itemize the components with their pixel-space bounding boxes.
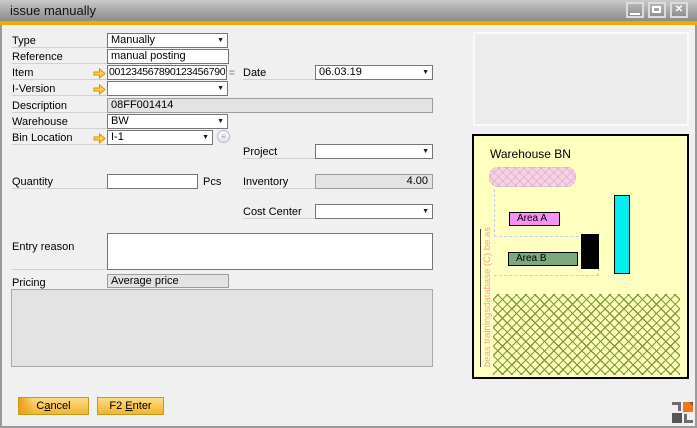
item-input[interactable]: 001234567890123456790: [107, 65, 227, 80]
date-label: Date: [243, 67, 315, 80]
titlebar-accent-line: [0, 21, 697, 25]
grip-bottom-right-bracket: [684, 414, 693, 423]
f2-enter-button-label: F2 Enter: [109, 400, 151, 412]
detail-placeholder-panel: [11, 289, 433, 367]
description-field: 08FF001414: [107, 98, 433, 113]
maximize-icon: [652, 6, 661, 13]
type-select[interactable]: Manually ▼: [107, 33, 228, 48]
description-value: 08FF001414: [111, 99, 173, 111]
item-overflow-icon[interactable]: =: [229, 69, 235, 79]
reference-label: Reference: [12, 51, 107, 64]
issue-manually-window: issue manually ✕ Type Reference Item I-V…: [0, 0, 697, 428]
bin-location-chevron-down-icon[interactable]: ▼: [202, 134, 209, 142]
bin-location-select[interactable]: I-1 ▼: [107, 130, 213, 145]
grip-dark-square: [672, 413, 682, 423]
map-black-block: [581, 234, 599, 269]
date-select[interactable]: 06.03.19 ▼: [315, 65, 433, 80]
item-link-arrow-icon[interactable]: [93, 68, 106, 79]
f2-enter-label-post: nter: [133, 400, 152, 412]
project-select[interactable]: ▼: [315, 144, 433, 159]
bin-location-value: I-1: [111, 131, 124, 143]
f2-enter-button[interactable]: F2 Enter: [97, 397, 164, 415]
cancel-label-post: ncel: [50, 400, 70, 412]
minimize-icon: [630, 13, 640, 15]
watermark-line: [480, 229, 481, 367]
cost-center-label: Cost Center: [243, 206, 315, 219]
entry-reason-label: Entry reason: [12, 241, 107, 270]
warehouse-value: BW: [111, 115, 129, 127]
warehouse-map-panel: Warehouse BN Area A Area B beas training…: [472, 134, 689, 379]
f2-enter-label-mnemonic: E: [125, 400, 132, 412]
window-controls: ✕: [626, 2, 688, 18]
date-value: 06.03.19: [319, 66, 362, 78]
cancel-button[interactable]: Cancel: [18, 397, 89, 415]
warehouse-chevron-down-icon[interactable]: ▼: [217, 118, 224, 126]
watermark-text: beas trainingsdatabase (C) be.as: [482, 227, 493, 367]
inventory-label: Inventory: [243, 176, 315, 189]
cancel-button-label: Cancel: [36, 400, 70, 412]
type-chevron-down-icon[interactable]: ▼: [217, 37, 224, 45]
warehouse-label: Warehouse: [12, 116, 107, 129]
map-hatched-area: [493, 294, 680, 375]
area-a-label: Area A: [517, 213, 547, 224]
quantity-unit: Pcs: [203, 176, 221, 189]
warehouse-select[interactable]: BW ▼: [107, 114, 228, 129]
description-label: Description: [12, 100, 107, 113]
map-dashed-line-bottom: [494, 275, 599, 276]
item-value: 001234567890123456790: [109, 66, 225, 78]
i-version-select[interactable]: ▼: [107, 81, 228, 96]
bin-location-link-arrow-icon[interactable]: [93, 133, 106, 144]
top-right-placeholder-panel: [473, 32, 689, 126]
type-label: Type: [12, 35, 107, 48]
close-icon: ✕: [672, 3, 686, 16]
pricing-field: Average price: [107, 274, 229, 288]
pricing-value: Average price: [111, 275, 179, 287]
i-version-chevron-down-icon[interactable]: ▼: [217, 85, 224, 93]
quantity-label: Quantity: [12, 176, 107, 189]
warehouse-map-title: Warehouse BN: [490, 147, 571, 161]
i-version-link-arrow-icon[interactable]: [93, 84, 106, 95]
bin-location-list-icon[interactable]: ≡: [217, 130, 230, 143]
f2-enter-label-pre: F2: [109, 400, 125, 412]
inventory-value: 4.00: [407, 175, 428, 187]
area-b-box: Area B: [508, 252, 578, 266]
date-chevron-down-icon[interactable]: ▼: [422, 69, 429, 77]
entry-reason-textarea[interactable]: [107, 233, 433, 270]
maximize-button[interactable]: [648, 2, 666, 18]
quantity-input[interactable]: [107, 174, 198, 189]
cost-center-select[interactable]: ▼: [315, 204, 433, 219]
cost-center-chevron-down-icon[interactable]: ▼: [422, 208, 429, 216]
map-cyan-block: [614, 195, 630, 274]
inventory-field: 4.00: [315, 174, 433, 189]
grip-orange-square: [683, 402, 693, 412]
window-titlebar[interactable]: issue manually: [0, 0, 697, 21]
cancel-focus-stripe: [19, 398, 34, 414]
area-a-box: Area A: [509, 212, 560, 226]
warehouse-map-pink-zone: [489, 167, 576, 187]
reference-input[interactable]: manual posting: [107, 49, 229, 64]
area-b-label: Area B: [516, 253, 547, 264]
project-chevron-down-icon[interactable]: ▼: [422, 148, 429, 156]
resize-grip-icon[interactable]: [672, 402, 693, 423]
type-value: Manually: [111, 34, 155, 46]
grip-top-left-bracket: [672, 402, 681, 411]
reference-value: manual posting: [111, 50, 186, 62]
project-label: Project: [243, 146, 315, 159]
close-button[interactable]: ✕: [670, 2, 688, 18]
minimize-button[interactable]: [626, 2, 644, 18]
map-dashed-line-left: [494, 189, 495, 237]
window-title: issue manually: [10, 0, 96, 21]
